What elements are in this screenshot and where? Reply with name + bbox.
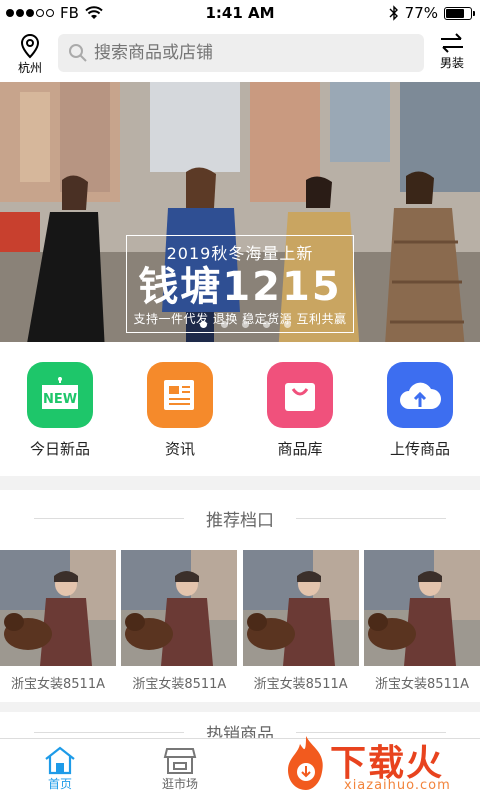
tab-label: 逛市场 xyxy=(161,777,198,791)
stall-card[interactable]: 浙宝女装8511A xyxy=(0,550,116,692)
newspaper-icon xyxy=(147,362,213,428)
status-bar: FB 1:41 AM 77% xyxy=(0,0,480,26)
cloud-upload-icon xyxy=(387,362,453,428)
stall-name: 浙宝女装8511A xyxy=(374,677,469,692)
carousel-dot[interactable] xyxy=(263,321,270,328)
header: 杭州 男装 xyxy=(0,26,480,82)
swap-icon xyxy=(441,33,463,53)
stall-name: 浙宝女装8511A xyxy=(253,677,348,692)
quick-link-label: 上传商品 xyxy=(389,440,450,458)
battery-percent: 77% xyxy=(404,4,438,22)
recommended-section: 推荐档口 浙宝女装8511A 浙宝女装8511A 浙宝女装8511A 浙宝女装8… xyxy=(0,490,480,702)
tab-home[interactable]: 首页 xyxy=(0,739,120,800)
search-input[interactable] xyxy=(94,43,394,63)
quick-link-label: 今日新品 xyxy=(29,440,90,458)
stall-card[interactable]: 浙宝女装8511A xyxy=(363,550,480,692)
quick-link-label: 商品库 xyxy=(277,440,323,458)
location-pin-icon xyxy=(20,33,40,58)
status-right: 77% xyxy=(389,4,475,22)
stall-card[interactable]: 浙宝女装8511A xyxy=(121,550,238,692)
location-selector[interactable]: 杭州 xyxy=(0,33,60,76)
flame-icon xyxy=(288,736,323,790)
battery-icon xyxy=(444,6,475,20)
stall-name: 浙宝女装8511A xyxy=(132,677,227,692)
home-icon xyxy=(45,746,75,775)
stall-card[interactable]: 浙宝女装8511A xyxy=(242,550,359,692)
search-icon xyxy=(69,44,87,62)
carousel-dot[interactable] xyxy=(242,321,249,328)
quick-link-product-library[interactable]: 商品库 xyxy=(245,362,355,476)
stall-image xyxy=(242,550,359,666)
carousel-dot[interactable] xyxy=(221,321,228,328)
new-tag-icon: NEW xyxy=(27,362,93,428)
stall-image xyxy=(121,550,238,666)
watermark-logo: 下载火 xiazaihuo.com xyxy=(280,730,480,800)
svg-text:NEW: NEW xyxy=(43,392,77,407)
stall-image xyxy=(0,550,116,666)
stall-list: 浙宝女装8511A 浙宝女装8511A 浙宝女装8511A 浙宝女装8511A xyxy=(0,550,480,692)
quick-link-news[interactable]: 资讯 xyxy=(125,362,235,476)
banner-line2: 钱塘1215 xyxy=(138,264,342,310)
tab-market[interactable]: 逛市场 xyxy=(120,739,240,800)
quick-links: NEW 今日新品 资讯 商品库 上传商品 xyxy=(0,342,480,476)
banner-caption: 2019秋冬海量上新 钱塘1215 支持一件代发 退换 稳定货源 互利共赢 xyxy=(126,235,354,333)
carousel-dot[interactable] xyxy=(284,321,291,328)
tab-label: 首页 xyxy=(47,777,72,791)
carousel-dots xyxy=(200,321,291,328)
recommended-title: 推荐档口 xyxy=(0,490,480,546)
location-label: 杭州 xyxy=(17,60,42,75)
stall-name: 浙宝女装8511A xyxy=(11,677,105,692)
quick-link-upload[interactable]: 上传商品 xyxy=(365,362,475,476)
watermark-sub: xiazaihuo.com xyxy=(344,778,451,793)
bluetooth-icon xyxy=(389,5,398,21)
gender-switch[interactable]: 男装 xyxy=(432,32,472,71)
stall-image xyxy=(363,550,480,666)
promo-banner[interactable]: 2019秋冬海量上新 钱塘1215 支持一件代发 退换 稳定货源 互利共赢 xyxy=(0,82,480,342)
quick-link-label: 资讯 xyxy=(164,440,195,458)
search-bar[interactable] xyxy=(58,34,424,72)
banner-line1: 2019秋冬海量上新 xyxy=(166,244,314,263)
market-icon xyxy=(163,748,197,774)
quick-link-new-today[interactable]: NEW 今日新品 xyxy=(5,362,115,476)
carousel-dot[interactable] xyxy=(200,321,207,328)
shopping-bag-icon xyxy=(267,362,333,428)
gender-label: 男装 xyxy=(439,56,464,70)
